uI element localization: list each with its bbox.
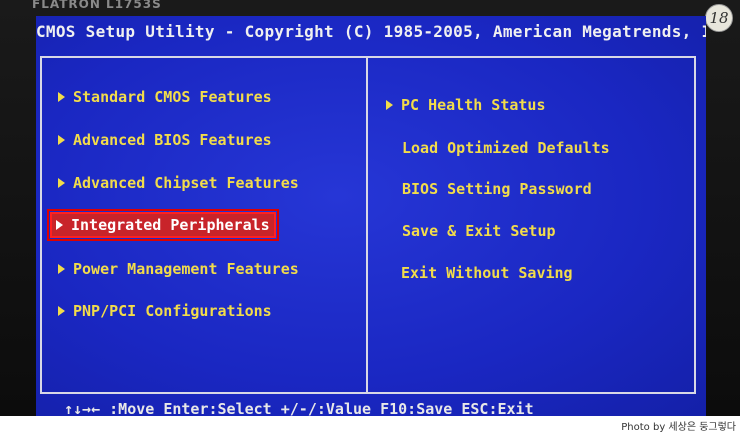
photo-credit: Photo by 세상은 둥그렇다 — [621, 422, 736, 433]
bios-screen: CMOS Setup Utility - Copyright (C) 1985-… — [36, 16, 706, 416]
menu-item-label: Advanced Chipset Features — [73, 174, 299, 192]
submenu-arrow-icon — [386, 100, 393, 110]
menu-item-label: Advanced BIOS Features — [73, 131, 272, 149]
menu-item-label: PNP/PCI Configurations — [73, 302, 272, 320]
number-sticker: 18 — [705, 4, 733, 32]
menu-item-pnp-pci-configurations[interactable]: PNP/PCI Configurations — [54, 300, 276, 322]
submenu-arrow-icon — [58, 135, 65, 145]
monitor-brand-logo: FLATRON L1753S — [32, 0, 162, 11]
menu-item-label: Integrated Peripherals — [71, 216, 270, 234]
menu-divider — [366, 56, 368, 394]
menu-item-exit-without-saving[interactable]: Exit Without Saving — [397, 262, 577, 284]
menu-item-load-optimized-defaults[interactable]: Load Optimized Defaults — [398, 137, 614, 159]
menu-item-power-management-features[interactable]: Power Management Features — [54, 258, 303, 280]
menu-item-label: Save & Exit Setup — [402, 222, 556, 240]
menu-item-bios-setting-password[interactable]: BIOS Setting Password — [398, 178, 596, 200]
submenu-arrow-icon — [58, 92, 65, 102]
menu-item-save-exit-setup[interactable]: Save & Exit Setup — [398, 220, 560, 242]
footer-divider — [40, 392, 696, 394]
menu-item-label: Exit Without Saving — [401, 264, 573, 282]
key-help-footer: ↑↓→← :Move Enter:Select +/-/:Value F10:S… — [64, 400, 534, 416]
submenu-arrow-icon — [58, 178, 65, 188]
menu-item-label: Standard CMOS Features — [73, 88, 272, 106]
menu-item-advanced-chipset-features[interactable]: Advanced Chipset Features — [54, 172, 303, 194]
monitor-bezel: FLATRON L1753S 18 CMOS Setup Utility - C… — [0, 0, 740, 416]
menu-item-label: Power Management Features — [73, 260, 299, 278]
bios-title: CMOS Setup Utility - Copyright (C) 1985-… — [36, 22, 706, 41]
menu-item-label: BIOS Setting Password — [402, 180, 592, 198]
menu-item-label: Load Optimized Defaults — [402, 139, 610, 157]
submenu-arrow-icon — [56, 220, 63, 230]
menu-item-label: PC Health Status — [401, 96, 546, 114]
menu-item-pc-health-status[interactable]: PC Health Status — [382, 94, 550, 116]
menu-item-integrated-peripherals[interactable]: Integrated Peripherals — [47, 209, 279, 241]
menu-item-standard-cmos-features[interactable]: Standard CMOS Features — [54, 86, 276, 108]
menu-item-advanced-bios-features[interactable]: Advanced BIOS Features — [54, 129, 276, 151]
submenu-arrow-icon — [58, 264, 65, 274]
submenu-arrow-icon — [58, 306, 65, 316]
